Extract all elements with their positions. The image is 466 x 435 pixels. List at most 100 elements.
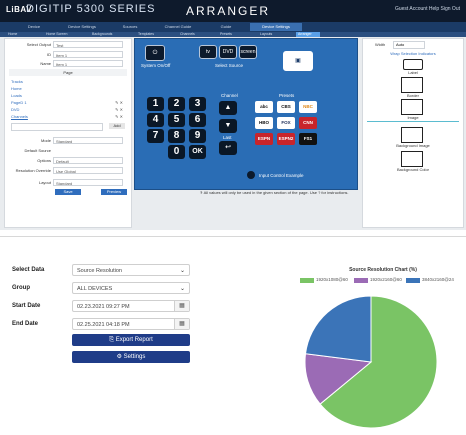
background-color-item: Background Color <box>396 167 430 172</box>
page-title: ARRANGER <box>186 4 271 18</box>
default-source-label: Default Source <box>24 148 51 153</box>
options-row: Options Default <box>5 157 131 166</box>
name-row: Name Item 1 <box>5 60 131 69</box>
input-control-label: Input Control Example <box>259 173 304 178</box>
keypad-7[interactable]: 7 <box>147 129 164 143</box>
page-edit-icons[interactable]: ✎ ✕ <box>115 100 123 105</box>
id-field[interactable]: Item 1 <box>53 51 123 58</box>
background-image-icon[interactable] <box>401 127 423 143</box>
preset-espn2-logo[interactable]: ESPN2 <box>277 133 295 145</box>
select-output-select[interactable]: Test <box>53 41 123 48</box>
channel-up-icon[interactable]: ▲ <box>219 101 237 115</box>
settings-button[interactable]: ⚙ Settings <box>72 351 190 363</box>
nav-tab-device[interactable]: Device <box>14 23 54 31</box>
page-edit-icons[interactable]: ✎ ✕ <box>115 107 123 112</box>
end-date-field[interactable]: 02.25.2021 04:18 PM ▦ <box>72 318 190 330</box>
keypad-5[interactable]: 5 <box>168 113 185 127</box>
background-color-icon[interactable] <box>401 151 423 167</box>
dvd-icon[interactable]: DVD <box>219 45 237 59</box>
new-page-input[interactable] <box>11 123 103 131</box>
legend-item-2: 1920x2160@60 <box>370 277 402 282</box>
group-select[interactable]: ALL DEVICES ⌄ <box>72 282 190 294</box>
border-item: Border <box>406 93 419 98</box>
label-shape-icon[interactable] <box>403 59 423 70</box>
resolution-select[interactable]: Use Global <box>53 167 123 174</box>
keypad-ok[interactable]: OK <box>189 145 206 159</box>
sub-tab-home-screen[interactable]: Home Screen <box>46 32 67 37</box>
page-item[interactable]: Home <box>11 86 22 91</box>
keypad-3[interactable]: 3 <box>189 97 206 111</box>
width-select[interactable]: Auto <box>393 41 425 49</box>
page-item[interactable]: PageD 1 <box>11 100 27 105</box>
apple-tv-icon[interactable]: tv <box>199 45 217 59</box>
presets-label: Presets <box>279 93 295 98</box>
nav-tab-guide[interactable]: Guide <box>206 23 246 31</box>
user-menu[interactable]: Guest Account Help Sign Out <box>395 6 460 12</box>
sub-tab-home[interactable]: Home <box>8 32 17 37</box>
help-hint: ? All values will only be used in the gi… <box>200 190 349 195</box>
layout-select[interactable]: Standard <box>53 179 123 186</box>
keypad-1[interactable]: 1 <box>147 97 164 111</box>
layout-label: Layout <box>38 180 51 185</box>
page-item[interactable]: Tracks <box>11 79 23 84</box>
preset-espn-logo[interactable]: ESPN <box>255 133 273 145</box>
sub-nav: Home Home Screen Backgrounds Templates C… <box>0 32 466 37</box>
preset-cbs-logo[interactable]: CBS <box>277 101 295 113</box>
name-field[interactable]: Item 1 <box>53 60 123 67</box>
select-output-label: Select Output <box>26 42 51 47</box>
input-control-icon[interactable] <box>247 171 255 179</box>
last-channel-icon[interactable]: ↩ <box>219 141 237 155</box>
screen-icon[interactable]: screen <box>239 45 257 59</box>
image-icon[interactable] <box>401 99 423 115</box>
divider <box>367 121 459 122</box>
mode-select[interactable]: Standard <box>53 137 123 144</box>
export-report-button[interactable]: ⎘ Export Report <box>72 334 190 346</box>
calendar-icon[interactable]: ▦ <box>174 319 189 329</box>
sub-tab-templates[interactable]: Templates <box>138 32 154 37</box>
layout-canvas[interactable]: ⏻ System On/Off tv DVD screen Select Sou… <box>134 38 358 190</box>
sub-tab-channels[interactable]: Channels <box>180 32 195 37</box>
nav-tab-device-settings[interactable]: Device Settings <box>58 23 106 31</box>
options-select[interactable]: Default <box>53 157 123 164</box>
nav-tab-channel-guide[interactable]: Channel Guide <box>154 23 202 31</box>
preset-nbc-logo[interactable]: NBC <box>299 101 317 113</box>
nav-tab-sources[interactable]: Sources <box>110 23 150 31</box>
save-button[interactable]: Save <box>55 189 81 195</box>
preview-button[interactable]: Preview <box>101 189 127 195</box>
sub-tab-backgrounds[interactable]: Backgrounds <box>92 32 112 37</box>
start-date-field[interactable]: 02.23.2021 09:27 PM ▦ <box>72 300 190 312</box>
group-label: Group <box>12 285 30 291</box>
page-item[interactable]: DVD <box>11 107 19 112</box>
select-data-select[interactable]: Source Resolution ⌄ <box>72 264 190 276</box>
channel-down-icon[interactable]: ▼ <box>219 119 237 133</box>
preset-abc-logo[interactable]: abc <box>255 101 273 113</box>
calendar-icon[interactable]: ▦ <box>174 301 189 311</box>
page-edit-icons[interactable]: ✎ ✕ <box>115 114 123 119</box>
name-label: Name <box>40 61 51 66</box>
border-shape-icon[interactable] <box>401 77 423 93</box>
page-item[interactable]: Loads <box>11 93 22 98</box>
preset-fox-logo[interactable]: FOX <box>277 117 295 129</box>
sub-tab-arranger[interactable]: Arranger <box>296 32 320 37</box>
keypad-8[interactable]: 8 <box>168 129 185 143</box>
touch-screen-icon[interactable]: ▣ <box>283 51 313 71</box>
keypad-2[interactable]: 2 <box>168 97 185 111</box>
select-source-label: Select Source <box>215 63 244 68</box>
preset-cnn-logo[interactable]: CNN <box>299 117 317 129</box>
preset-hbo-logo[interactable]: HBO <box>255 117 273 129</box>
keypad-4[interactable]: 4 <box>147 113 164 127</box>
nav-tab-active[interactable]: Device Settings <box>250 23 302 31</box>
add-page-button[interactable]: Add <box>109 123 125 129</box>
product-name: DIGITIP 5300 SERIES <box>26 3 156 15</box>
power-icon[interactable]: ⏻ <box>145 45 165 61</box>
main-nav: Device Device Settings Sources Channel G… <box>0 22 466 32</box>
keypad-6[interactable]: 6 <box>189 113 206 127</box>
wrap-selection-link[interactable]: Wrap Selection Indicators <box>363 51 463 56</box>
sub-tab-layouts[interactable]: Layouts <box>260 32 272 37</box>
sub-tab-presets[interactable]: Presets <box>220 32 232 37</box>
chevron-down-icon: ⌄ <box>179 286 185 292</box>
keypad-0[interactable]: 0 <box>168 145 185 159</box>
page-item[interactable]: Channels <box>11 114 28 119</box>
keypad-9[interactable]: 9 <box>189 129 206 143</box>
preset-fs1-logo[interactable]: FS1 <box>299 133 317 145</box>
